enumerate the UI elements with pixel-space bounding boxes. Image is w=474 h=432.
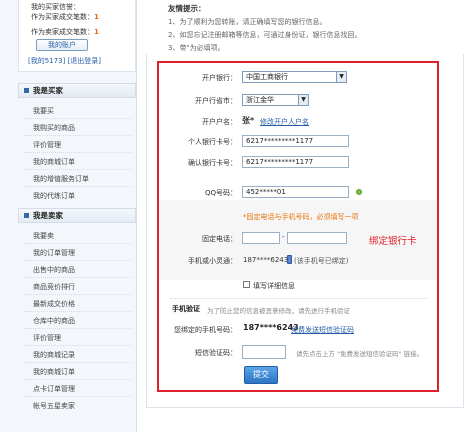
sidebar-item-sell[interactable]: 我要卖 [33,231,54,241]
landline-label: 固定电话： [202,235,237,243]
chevron-down-icon: ▼ [336,72,346,82]
sidebar-item-buy[interactable]: 我要买 [33,106,54,116]
phone-required-note: *固定电话与手机号码，必须填写一项 [243,213,359,221]
divider [24,345,132,346]
mobile-value: 187****6243 [243,256,289,264]
account-name: 张* [242,116,255,125]
sms-description: 为了防止您的信息被恶意修改，请先进行手机验证 [207,307,350,315]
city-select[interactable]: 浙江金华 ▼ [242,94,309,106]
section-square-icon [24,212,29,218]
sidebar-item-seller-mall-orders[interactable]: 我的商城订单 [33,367,75,377]
buyer-deals-line: 作为买家成交笔数：1 [31,13,99,21]
divider [24,118,132,119]
sidebar-item-card-orders[interactable]: 点卡订单管理 [33,384,75,394]
divider [24,362,132,363]
tip-line: 1、为了顺利为您转账，请正确填写您的银行信息。 [168,18,327,26]
seller-section-header[interactable]: 我是卖家 [18,208,136,223]
sms-code-hint: 请先点击上方 "免费发送短信验证码" 链接。 [296,350,424,358]
chevron-down-icon: ▼ [298,95,308,105]
sidebar-item-order-mgmt[interactable]: 我的订单管理 [33,248,75,258]
tips-title: 友情提示： [168,4,206,13]
tip-line: 3、带"为必填项。 [168,44,225,52]
sms-title: 手机验证 [172,305,200,313]
detail-info-checkbox[interactable] [243,281,250,288]
divider [24,152,132,153]
name-label: 开户户名： [202,118,237,126]
buyer-section-header[interactable]: 我是买家 [18,83,136,98]
sidebar: 我的买家信誉： 作为买家成交笔数：1 作为卖家成交笔数：1 我的账户 [我的51… [0,0,137,432]
card-label: 个人银行卡号： [188,138,237,146]
landline-separator: - [282,233,285,241]
section-square-icon [24,87,29,93]
divider [24,328,132,329]
sidebar-item-five-star[interactable]: 帐号五星卖家 [33,401,75,411]
sidebar-item-on-sale[interactable]: 出售中的商品 [33,265,75,275]
city-label: 开户行省市： [195,97,237,105]
card-number-input[interactable]: 6217*********1177 [242,135,349,147]
mobile-label: 手机或小灵通： [188,257,237,265]
sidebar-item-mall-orders[interactable]: 我的商城订单 [33,157,75,167]
bank-form-highlight [157,61,439,392]
divider [24,294,132,295]
my-account-button[interactable]: 我的账户 [36,39,88,51]
divider [24,169,132,170]
bound-mobile-label: 您绑定的手机号码： [174,326,237,334]
sms-code-label: 短信验证码： [195,349,237,357]
sms-code-input[interactable] [242,345,286,359]
divider [24,135,132,136]
area-code-input[interactable] [242,232,280,244]
user-info-box: 我的买家信誉： 作为买家成交笔数：1 作为卖家成交笔数：1 我的账户 [我的51… [18,0,136,72]
bind-card-annotation: 绑定银行卡 [369,236,417,247]
divider [24,396,132,397]
bank-label: 开户银行： [202,74,237,82]
edit-name-link[interactable]: 修改开户人户名 [260,117,309,127]
divider [24,277,132,278]
sidebar-item-purchased[interactable]: 我购买的商品 [33,123,75,133]
detail-info-label: 填写详细信息 [253,282,295,290]
tip-line: 2、如您忘记注册邮箱等信息，可通过身份证，银行信息找回。 [168,31,362,39]
sidebar-item-latest-price[interactable]: 最新成交价格 [33,299,75,309]
qq-input[interactable]: 452*****01 [242,186,349,198]
qq-label: QQ号码： [204,189,237,197]
buyer-credit-line: 我的买家信誉： [31,3,80,11]
divider [24,243,132,244]
sidebar-item-bid-rank[interactable]: 商品竞价排行 [33,282,75,292]
confirm-card-input[interactable]: 6217*********1177 [242,156,349,168]
sidebar-item-reviews[interactable]: 评价管理 [33,140,61,150]
divider [24,186,132,187]
check-ok-icon [356,189,362,195]
submit-button[interactable]: 提交 [244,366,278,384]
divider [24,379,132,380]
seller-deals-line: 作为卖家成交笔数：1 [31,28,99,36]
landline-input[interactable] [287,232,347,244]
tips-panel: 友情提示： 1、为了顺利为您转账，请正确填写您的银行信息。 2、如您忘记注册邮箱… [146,0,464,55]
divider [24,311,132,312]
sidebar-item-mall-records[interactable]: 我的商城记录 [33,350,75,360]
sidebar-item-boost-orders[interactable]: 我的代练订单 [33,191,75,201]
phone-icon [287,255,292,264]
divider [24,260,132,261]
sidebar-item-vas-orders[interactable]: 我的增值服务订单 [33,174,89,184]
account-links[interactable]: [我的5173] [退出登录] [28,56,101,66]
sidebar-item-warehouse[interactable]: 仓库中的商品 [33,316,75,326]
send-sms-link[interactable]: 免费发送短信验证码 [291,325,354,335]
bank-select[interactable]: 中国工商银行 ▼ [242,71,347,83]
sidebar-item-seller-reviews[interactable]: 评价管理 [33,333,61,343]
mobile-bound-note: (该手机号已绑定) [294,257,349,265]
divider [170,298,428,299]
confirm-card-label: 确认银行卡号： [188,159,237,167]
